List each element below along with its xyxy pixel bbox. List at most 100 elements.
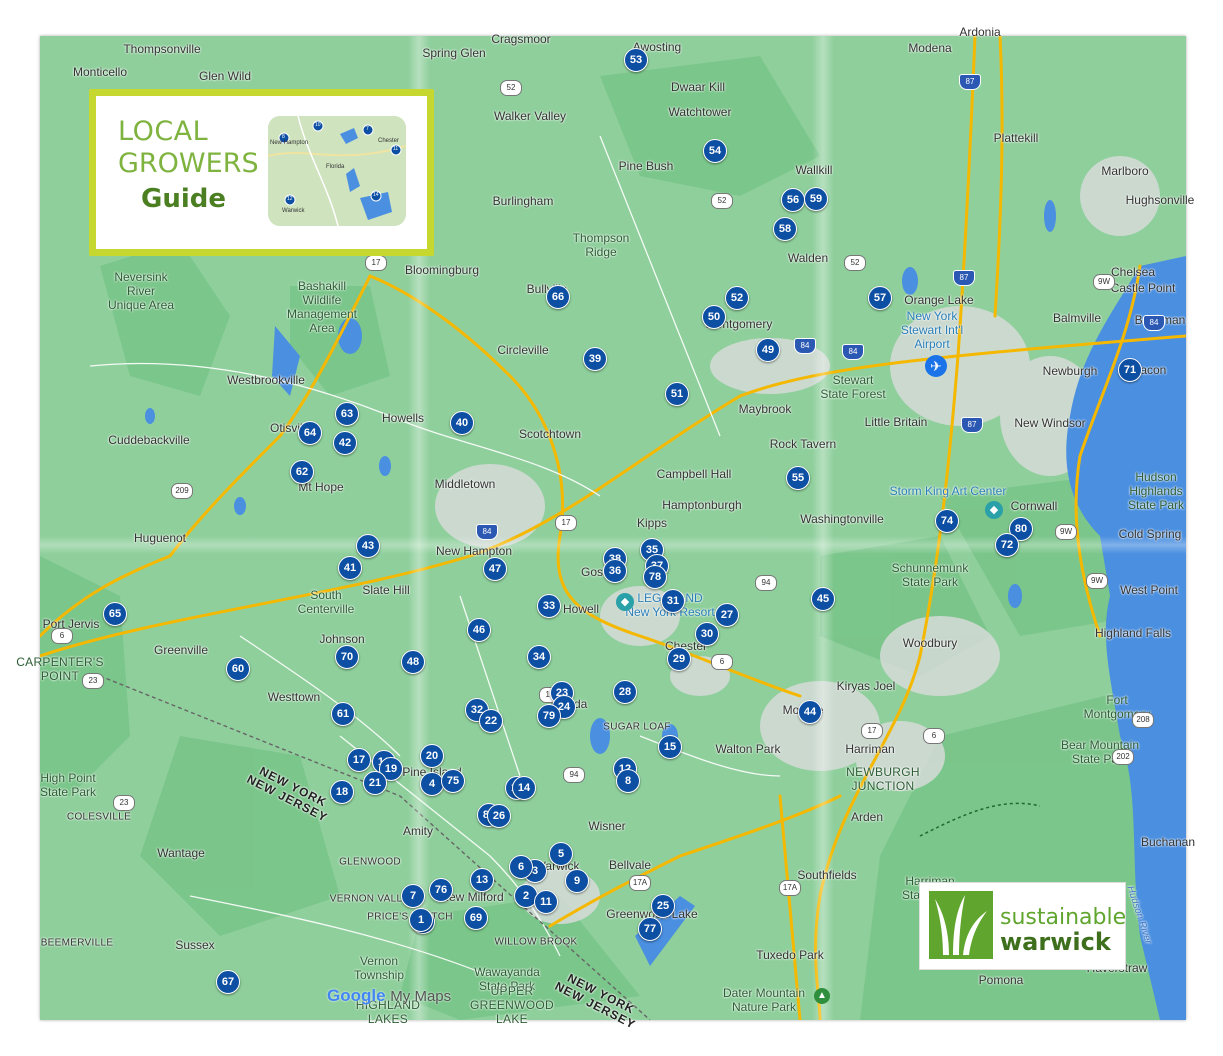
place-label: Plattekill [993,131,1039,145]
farm-marker[interactable]: 1 [409,908,433,932]
farm-marker[interactable]: 17 [347,748,371,772]
place-label: Balmville [1052,311,1102,325]
thumb-marker-label: 8 [282,134,285,140]
farm-marker[interactable]: 65 [103,602,127,626]
farm-marker[interactable]: 36 [603,559,627,583]
route-shield: 17 [861,723,883,739]
farm-marker[interactable]: 50 [702,305,726,329]
place-label: WILLOW BROOK [494,936,578,948]
farm-marker[interactable]: 28 [613,680,637,704]
place-label: Circleville [497,343,549,357]
farm-marker[interactable]: 60 [226,657,250,681]
farm-marker[interactable]: 66 [546,285,570,309]
farm-marker[interactable]: 6 [509,855,533,879]
place-label: Greenville [153,643,209,657]
farm-marker[interactable]: 74 [935,509,959,533]
museum-icon[interactable]: ◆ [985,501,1003,519]
farm-marker[interactable]: 55 [786,466,810,490]
farm-marker[interactable]: 20 [420,744,444,768]
farm-marker[interactable]: 53 [624,48,648,72]
place-label: Kiryas Joel [836,679,896,693]
local-growers-guide-badge: LOCAL GROWERS Guide New Hampton Florida … [89,89,434,256]
place-label: Pine Bush [618,159,674,173]
farm-marker[interactable]: 44 [798,700,822,724]
place-label: UPPER GREENWOOD LAKE [469,984,555,1026]
place-label: Vernon Township [353,954,405,982]
farm-marker[interactable]: 64 [298,421,322,445]
route-shield: 9W [1055,524,1077,540]
thumb-label: Chester [378,138,400,144]
farm-marker[interactable]: 33 [537,594,561,618]
farm-marker[interactable]: 45 [811,587,835,611]
place-label: Glen Wild [198,69,252,83]
place-label: Cornwall [1010,499,1058,513]
farm-marker[interactable]: 8 [616,769,640,793]
farm-marker[interactable]: 56 [781,188,805,212]
farm-marker[interactable]: 70 [335,645,359,669]
farm-marker[interactable]: 69 [464,906,488,930]
airport-icon[interactable]: ✈ [925,355,947,377]
farm-marker[interactable]: 21 [363,771,387,795]
place-label: Amity [403,824,433,838]
farm-marker[interactable]: 46 [467,618,491,642]
farm-marker[interactable]: 77 [638,917,662,941]
farm-marker[interactable]: 9 [565,869,589,893]
farm-marker[interactable]: 42 [333,431,357,455]
farm-marker[interactable]: 52 [725,286,749,310]
farm-marker[interactable]: 67 [216,970,240,994]
farm-marker[interactable]: 40 [450,411,474,435]
farm-marker[interactable]: 75 [441,769,465,793]
farm-marker[interactable]: 29 [667,647,691,671]
farm-marker[interactable]: 11 [534,890,558,914]
farm-marker[interactable]: 62 [290,460,314,484]
farm-marker[interactable]: 30 [695,622,719,646]
place-label: Bashakill Wildlife Management Area [286,279,358,335]
farm-marker[interactable]: 14 [512,776,536,800]
farm-marker[interactable]: 61 [331,702,355,726]
place-label: GLENWOOD [339,856,401,868]
farm-marker[interactable]: 72 [995,533,1019,557]
route-shield: 9W [1086,573,1108,589]
farm-marker[interactable]: 43 [356,534,380,558]
farm-marker[interactable]: 78 [643,565,667,589]
place-label: Dater Mountain Nature Park [722,986,806,1014]
farm-marker[interactable]: 15 [658,735,682,759]
place-label: Monticello [72,65,128,79]
farm-marker[interactable]: 47 [483,557,507,581]
theme-park-icon[interactable]: ◆ [616,593,634,611]
farm-marker[interactable]: 51 [665,382,689,406]
place-label: Buchanan [1140,835,1196,849]
farm-marker[interactable]: 57 [868,286,892,310]
farm-marker[interactable]: 27 [715,603,739,627]
farm-marker[interactable]: 63 [335,402,359,426]
farm-marker[interactable]: 34 [527,645,551,669]
route-shield: 84 [1143,315,1165,331]
hiking-icon[interactable]: ▲ [814,988,830,1004]
farm-marker[interactable]: 26 [487,804,511,828]
farm-marker[interactable]: 71 [1118,358,1142,382]
route-shield: 94 [755,575,777,591]
farm-marker[interactable]: 22 [479,709,503,733]
farm-marker[interactable]: 41 [338,556,362,580]
farm-marker[interactable]: 79 [537,704,561,728]
farm-marker[interactable]: 18 [330,780,354,804]
farm-marker[interactable]: 54 [703,139,727,163]
farm-marker[interactable]: 7 [401,884,425,908]
place-label: Campbell Hall [656,467,732,481]
farm-marker[interactable]: 48 [401,650,425,674]
farm-marker[interactable]: 59 [804,187,828,211]
farm-marker[interactable]: 25 [651,894,675,918]
farm-marker[interactable]: 39 [583,347,607,371]
thumb-marker-label: 14 [373,192,379,198]
farm-marker[interactable]: 31 [661,589,685,613]
farm-marker[interactable]: 58 [773,217,797,241]
farm-marker[interactable]: 13 [470,868,494,892]
place-label: Modena [908,41,952,55]
farm-marker[interactable]: 49 [756,338,780,362]
place-label: South Centerville [297,588,355,616]
place-label: Chelsea [1110,265,1156,279]
farm-marker[interactable]: 5 [549,842,573,866]
farm-marker[interactable]: 76 [429,878,453,902]
route-shield: 87 [961,417,983,433]
my-maps-wordmark: My Maps [390,988,452,1005]
